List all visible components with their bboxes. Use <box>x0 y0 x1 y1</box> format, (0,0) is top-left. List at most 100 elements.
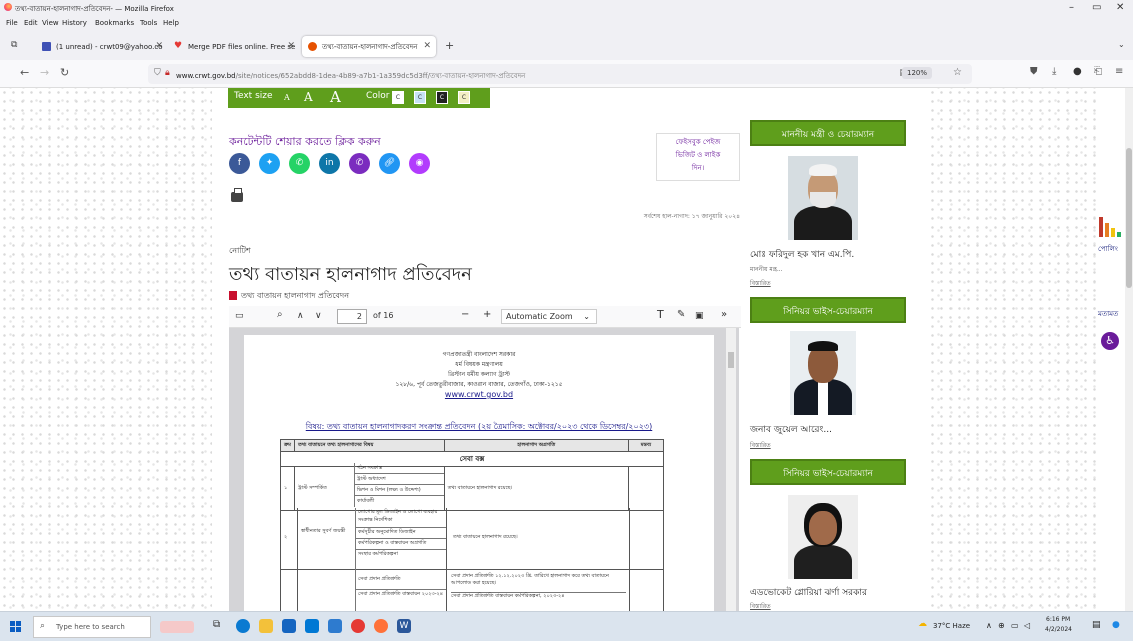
image-tool-icon[interactable]: ▣ <box>695 311 704 321</box>
menu-tools[interactable]: Tools <box>140 19 157 27</box>
reload-icon[interactable]: ↻ <box>60 66 69 79</box>
zoom-select[interactable]: Automatic Zoom ⌄ <box>501 309 597 324</box>
zoom-out-icon[interactable]: − <box>461 309 469 320</box>
text-tool-icon[interactable]: T <box>657 308 664 321</box>
menu-view[interactable]: View <box>42 19 59 27</box>
edge-icon[interactable] <box>236 619 250 633</box>
page-scroll-thumb[interactable] <box>1126 148 1132 288</box>
menu-icon[interactable]: ≡ <box>1115 66 1123 77</box>
linkedin-icon[interactable]: in <box>319 153 340 174</box>
menu-bar: File Edit View History Bookmarks Tools H… <box>0 18 1133 30</box>
text-size-medium[interactable]: A <box>304 90 313 104</box>
feedback-link[interactable]: মতামত <box>1098 308 1118 320</box>
search-icon: ⌕ <box>40 621 46 631</box>
forward-icon[interactable]: → <box>40 66 49 79</box>
minister-name: মোঃ ফরিদুল হক খান এম.পি. <box>750 250 855 260</box>
back-icon[interactable]: ← <box>20 66 29 79</box>
print-icon[interactable] <box>231 188 243 202</box>
poll-chart-icon[interactable] <box>1099 217 1121 237</box>
network-icon[interactable]: ⊕ <box>998 621 1005 630</box>
twitter-icon[interactable]: ✦ <box>259 153 280 174</box>
color-option-white[interactable]: C <box>392 91 404 104</box>
page-scrollbar[interactable] <box>1125 88 1133 611</box>
extensions-icon[interactable]: ⎗ <box>1094 66 1102 77</box>
zoom-level[interactable]: 120% <box>901 67 932 79</box>
search-highlight-icon[interactable] <box>160 621 194 633</box>
battery-icon[interactable]: ▭ <box>1011 621 1019 630</box>
close-tab-icon[interactable]: ✕ <box>423 41 431 51</box>
minimize-icon[interactable]: – <box>1069 2 1074 13</box>
list-tabs-icon[interactable]: ⌄ <box>1118 40 1125 49</box>
text-size-small[interactable]: A <box>284 93 290 102</box>
menu-help[interactable]: Help <box>163 19 179 27</box>
store-icon[interactable] <box>282 619 296 633</box>
sidebar-toggle-icon[interactable]: ▭ <box>235 311 244 321</box>
viber-icon[interactable]: ✆ <box>349 153 370 174</box>
page-number-input[interactable]: 2 <box>337 309 367 324</box>
whatsapp-icon[interactable]: ✆ <box>289 153 310 174</box>
facebook-icon[interactable]: f <box>229 153 250 174</box>
taskbar-search[interactable]: ⌕ Type here to search <box>33 616 151 638</box>
more-tools-icon[interactable]: » <box>721 309 727 320</box>
mail-app-icon[interactable] <box>305 619 319 633</box>
menu-bookmarks[interactable]: Bookmarks <box>95 19 134 27</box>
pdf-scrollbar[interactable] <box>726 328 736 611</box>
tab-current[interactable]: তথ্য-বাতায়ন-হালনাগাদ-প্রতিবেদন ✕ <box>302 36 436 57</box>
copy-link-icon[interactable]: 🔗︎ <box>379 153 400 174</box>
user-tray-icon[interactable]: ● <box>1112 620 1120 630</box>
firefox-taskbar-icon[interactable] <box>374 619 388 633</box>
clock-time[interactable]: 6:16 PM <box>1046 616 1070 623</box>
color-option-yellow[interactable]: C <box>458 91 470 104</box>
account-icon[interactable]: ● <box>1073 66 1082 77</box>
chrome-icon[interactable] <box>351 619 365 633</box>
maximize-icon[interactable]: ▭ <box>1092 2 1101 13</box>
file-explorer-icon[interactable] <box>259 619 273 633</box>
clock-date[interactable]: 4/2/2024 <box>1045 626 1072 633</box>
downloads-icon[interactable]: ⤓ <box>1052 66 1056 77</box>
tab-overview-icon[interactable]: ⧉ <box>11 40 17 50</box>
pdf-download-link[interactable]: তথ্য বাতায়ন হালনাগাদ প্রতিবেদন <box>229 290 349 303</box>
new-tab-icon[interactable]: + <box>445 39 454 52</box>
minister-details-link[interactable]: বিস্তারিত <box>750 278 771 289</box>
vice-chair-1-details-link[interactable]: বিস্তারিত <box>750 440 771 451</box>
url-bar[interactable]: ⛉ 🔒︎ www.crwt.gov.bd/site/notices/652abd… <box>148 64 972 84</box>
photos-icon[interactable] <box>328 619 342 633</box>
notification-icon[interactable]: ▤ <box>1092 620 1101 630</box>
color-option-blue[interactable]: C <box>414 91 426 104</box>
tab-mail[interactable]: (1 unread) - crwt09@yahoo.co ✕ <box>36 36 168 57</box>
tab-merge-pdf[interactable]: ♥ Merge PDF files online. Free se ✕ <box>168 36 300 57</box>
tray-chevron-icon[interactable]: ∧ <box>986 621 992 630</box>
close-tab-icon[interactable]: ✕ <box>155 41 163 51</box>
lock-icon[interactable]: 🔒︎ <box>165 68 170 78</box>
color-option-black[interactable]: C <box>436 91 448 104</box>
facebook-page-box[interactable]: ফেইসবুক পেইজ ভিজিট ও লাইক দিন। <box>656 133 740 181</box>
zoom-in-icon[interactable]: + <box>483 309 491 320</box>
speaker-icon[interactable]: ◁ <box>1024 621 1030 630</box>
web-page: Text size A A A Color C C C C কনটেন্টটি … <box>0 88 1125 611</box>
task-view-icon[interactable]: ⧉ <box>213 619 227 633</box>
windows-start-icon[interactable] <box>10 621 21 632</box>
poll-link[interactable]: পোলিং <box>1098 243 1118 255</box>
pdf-search-icon[interactable]: ⌕ <box>277 309 283 320</box>
bookmark-star-icon[interactable]: ☆ <box>953 67 962 78</box>
close-window-icon[interactable]: ✕ <box>1116 2 1124 13</box>
pocket-icon[interactable]: ⛊ <box>1030 66 1038 77</box>
next-page-icon[interactable]: ∨ <box>315 311 322 321</box>
text-size-large[interactable]: A <box>330 88 341 106</box>
close-tab-icon[interactable]: ✕ <box>287 41 295 51</box>
menu-file[interactable]: File <box>6 19 18 27</box>
menu-history[interactable]: History <box>62 19 87 27</box>
color-label: Color <box>366 91 390 101</box>
prev-page-icon[interactable]: ∧ <box>297 311 304 321</box>
pdf-scroll-thumb[interactable] <box>728 352 734 368</box>
messenger-icon[interactable]: ◉ <box>409 153 430 174</box>
menu-edit[interactable]: Edit <box>24 19 38 27</box>
accessibility-icon[interactable]: ♿︎ <box>1101 332 1119 350</box>
weather-text[interactable]: 37°C Haze <box>933 622 970 630</box>
shield-icon[interactable]: ⛉ <box>154 68 161 78</box>
vice-chair-2-details-link[interactable]: বিস্তারিত <box>750 601 771 611</box>
weather-icon[interactable]: ☁︎ <box>918 619 927 629</box>
word-icon[interactable]: W <box>397 619 411 633</box>
tab-bar: ⧉ (1 unread) - crwt09@yahoo.co ✕ ♥ Merge… <box>0 30 1133 60</box>
draw-tool-icon[interactable]: ✎ <box>677 309 685 320</box>
